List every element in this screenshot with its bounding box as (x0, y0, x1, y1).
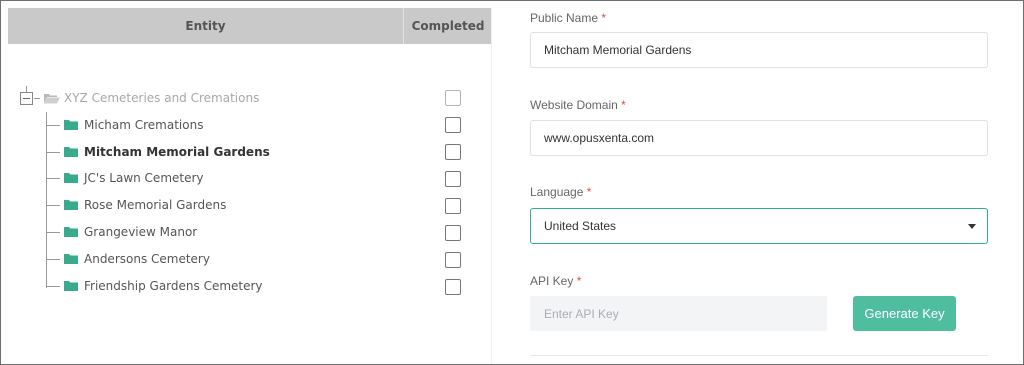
api-key-placeholder: Enter API Key (544, 306, 619, 321)
tree-connector (46, 151, 60, 153)
language-select[interactable]: United States (530, 208, 988, 244)
tree-item[interactable]: Rose Memorial Gardens (46, 195, 226, 215)
completed-checkbox[interactable] (445, 171, 461, 187)
api-key-input[interactable]: Enter API Key (530, 296, 827, 331)
folder-icon (64, 120, 78, 130)
tree-item-label: Andersons Cemetery (84, 252, 210, 266)
api-key-label-text: API Key (530, 274, 574, 288)
completed-checkbox[interactable] (445, 252, 461, 268)
folder-open-icon (44, 93, 60, 104)
required-marker: * (621, 98, 626, 112)
required-marker: * (586, 185, 592, 199)
required-marker: * (601, 11, 607, 25)
entity-form: Public Name * Mitcham Memorial Gardens W… (530, 0, 990, 365)
tree-item[interactable]: Andersons Cemetery (46, 249, 210, 269)
tree-root-node[interactable]: XYZ Cemeteries and Cremations (20, 88, 259, 108)
folder-icon (64, 200, 78, 210)
folder-icon (64, 254, 78, 264)
tree-item-label: Mitcham Memorial Gardens (84, 145, 270, 159)
completed-checkbox[interactable] (445, 198, 461, 214)
website-domain-label-text: Website Domain (530, 98, 618, 112)
tree-connector (46, 177, 60, 179)
folder-icon (64, 147, 78, 157)
entity-column-header[interactable]: Entity (8, 8, 404, 44)
collapse-icon[interactable] (20, 91, 33, 105)
website-domain-value: www.opusxenta.com (544, 131, 655, 145)
website-domain-input[interactable]: www.opusxenta.com (530, 120, 988, 156)
tree-item-label: Friendship Gardens Cemetery (84, 279, 263, 293)
language-label: Language * (530, 185, 591, 199)
public-name-input[interactable]: Mitcham Memorial Gardens (530, 32, 988, 68)
tree-item-label: Grangeview Manor (84, 225, 198, 239)
tree-connector (46, 204, 60, 206)
tree-connector (34, 97, 40, 99)
generate-key-button[interactable]: Generate Key (853, 296, 956, 331)
table-header: Entity Completed (8, 8, 492, 44)
tree-item-selected[interactable]: Mitcham Memorial Gardens (46, 142, 270, 162)
tree-connector (46, 285, 60, 287)
completed-checkbox-root[interactable] (445, 90, 461, 106)
folder-icon (64, 173, 78, 183)
language-label-text: Language (530, 185, 584, 199)
tree-item-label: Micham Cremations (84, 118, 204, 132)
tree-item[interactable]: JC's Lawn Cemetery (46, 168, 204, 188)
public-name-label-text: Public Name (530, 11, 599, 25)
completed-checkbox[interactable] (445, 225, 461, 241)
language-value: United States (544, 219, 617, 233)
tree-item[interactable]: Micham Cremations (46, 115, 203, 135)
folder-icon (64, 227, 78, 237)
section-divider (530, 355, 988, 356)
api-key-label: API Key * (530, 274, 581, 288)
tree-item[interactable]: Grangeview Manor (46, 222, 197, 242)
public-name-label: Public Name * (530, 11, 606, 25)
folder-icon (64, 281, 78, 291)
completed-checkbox[interactable] (445, 117, 461, 133)
website-domain-label: Website Domain * (530, 98, 626, 112)
tree-item-label: Rose Memorial Gardens (84, 198, 227, 212)
completed-column-header[interactable]: Completed (404, 8, 492, 44)
required-marker: * (576, 274, 582, 288)
public-name-value: Mitcham Memorial Gardens (544, 43, 692, 57)
completed-checkbox[interactable] (445, 144, 461, 160)
tree-connector (46, 258, 60, 260)
completed-checkbox[interactable] (445, 279, 461, 295)
caret-down-icon[interactable] (968, 224, 976, 229)
tree-item[interactable]: Friendship Gardens Cemetery (46, 276, 263, 296)
tree-root-label: XYZ Cemeteries and Cremations (64, 91, 260, 105)
tree-connector (46, 231, 60, 233)
panel-divider (491, 8, 492, 364)
tree-item-label: JC's Lawn Cemetery (84, 171, 204, 185)
tree-connector (46, 124, 60, 126)
